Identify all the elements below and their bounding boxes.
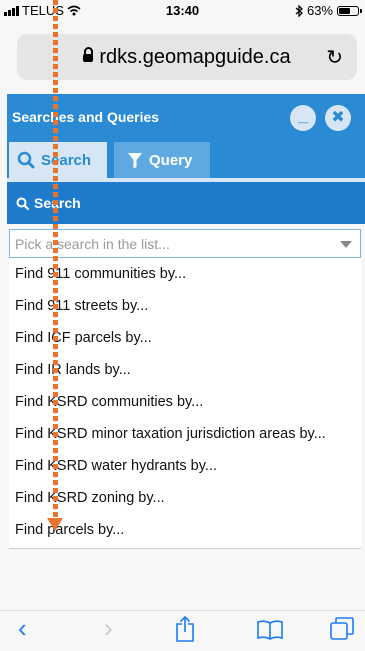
url-display: rdks.geomapguide.ca <box>17 46 357 69</box>
search-select[interactable]: Pick a search in the list... <box>9 229 361 258</box>
list-item[interactable]: Find KSRD zoning by... <box>9 482 361 514</box>
battery-group: 63% <box>295 3 362 18</box>
tab-search-label: Search <box>41 151 92 169</box>
url-text: rdks.geomapguide.ca <box>99 46 291 68</box>
battery-percent: 63% <box>306 3 333 18</box>
reload-icon[interactable]: ↻ <box>326 45 343 70</box>
list-item[interactable]: Find KSRD water hydrants by... <box>9 450 361 482</box>
bluetooth-icon <box>295 4 303 17</box>
share-button[interactable] <box>176 615 194 647</box>
bookmarks-button[interactable] <box>257 620 283 645</box>
minimize-button[interactable]: _ <box>290 105 316 131</box>
list-item[interactable]: Find ICF parcels by... <box>9 322 361 354</box>
filter-icon <box>128 152 142 168</box>
annotation-dotted-arrow <box>53 0 58 520</box>
book-icon <box>257 620 283 640</box>
search-icon <box>17 151 35 169</box>
browser-toolbar: ‹ › <box>0 610 365 651</box>
tabs-icon <box>330 617 354 640</box>
panel-header: Searches and Queries _ ✖ <box>7 94 365 142</box>
tabs-button[interactable] <box>330 617 354 646</box>
list-item[interactable]: Find soils map units by <box>9 546 361 548</box>
back-button[interactable]: ‹ <box>18 613 27 644</box>
search-section-header: Search <box>7 182 365 224</box>
tab-query-label: Query <box>149 151 193 169</box>
search-select-placeholder: Pick a search in the list... <box>15 236 170 252</box>
list-item[interactable]: Find 911 streets by... <box>9 290 361 322</box>
search-options-list: Find 911 communities by... Find 911 stree… <box>9 258 361 549</box>
list-item[interactable]: Find KSRD minor taxation jurisdiction ar… <box>9 418 361 450</box>
annotation-arrow-head <box>47 518 63 531</box>
lock-icon <box>83 47 94 62</box>
panel-title: Searches and Queries <box>12 109 160 125</box>
tab-search[interactable]: Search <box>9 142 107 178</box>
list-item[interactable]: Find KSRD communities by... <box>9 386 361 418</box>
list-item[interactable]: Find IR lands by... <box>9 354 361 386</box>
forward-button[interactable]: › <box>104 613 113 644</box>
battery-icon <box>337 5 362 16</box>
close-button[interactable]: ✖ <box>325 105 351 131</box>
search-icon <box>16 197 29 210</box>
list-item[interactable]: Find 911 communities by... <box>9 258 361 290</box>
tab-bar: Search Query <box>7 142 365 182</box>
tab-query[interactable]: Query <box>114 142 210 178</box>
chevron-down-icon <box>340 241 352 248</box>
share-icon <box>176 615 194 642</box>
address-bar[interactable]: rdks.geomapguide.ca ↻ <box>17 34 357 80</box>
